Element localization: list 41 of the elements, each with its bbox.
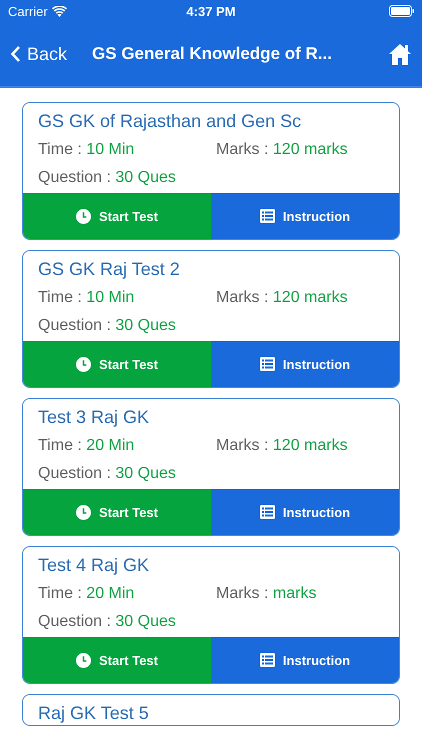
start-test-button[interactable]: Start Test bbox=[23, 637, 211, 683]
time-text: Time : 20 Min bbox=[38, 436, 136, 456]
back-button[interactable]: Back bbox=[10, 44, 68, 64]
clock-icon bbox=[76, 208, 91, 224]
start-test-button[interactable]: Start Test bbox=[23, 341, 211, 387]
battery-icon bbox=[388, 5, 414, 17]
question-text: Question : 30 Ques bbox=[38, 168, 177, 188]
question-text: Question : 30 Ques bbox=[38, 316, 177, 336]
test-title: GS GK Raj Test 2 bbox=[37, 258, 181, 281]
test-title: GS GK of Rajasthan and Gen Sc bbox=[37, 110, 302, 133]
time-text: Time : 10 Min bbox=[38, 140, 136, 160]
marks-text: Marks : 120 marks bbox=[216, 140, 349, 160]
instruction-button[interactable]: Instruction bbox=[211, 489, 399, 535]
test-title: Test 4 Raj GK bbox=[37, 554, 150, 577]
time-text: Time : 10 Min bbox=[38, 288, 136, 308]
time-text: Time : 20 Min bbox=[38, 584, 136, 604]
marks-text: Marks : 120 marks bbox=[216, 436, 349, 456]
list-icon bbox=[260, 653, 275, 667]
home-icon[interactable] bbox=[388, 42, 412, 66]
carrier-name: Carrier bbox=[8, 4, 48, 18]
list-icon bbox=[260, 209, 275, 223]
screen-title: GS General Knowledge of R... bbox=[92, 44, 333, 64]
marks-text: Marks : marks bbox=[216, 584, 318, 604]
wifi-icon bbox=[52, 6, 67, 16]
question-text: Question : 30 Ques bbox=[38, 612, 177, 632]
list-icon bbox=[260, 505, 275, 519]
list-icon bbox=[260, 357, 275, 371]
test-title: Test 3 Raj GK bbox=[37, 406, 150, 429]
chevron-left-icon bbox=[10, 45, 21, 63]
marks-text: Marks : 120 marks bbox=[216, 288, 349, 308]
clock-icon bbox=[76, 504, 91, 520]
start-test-button[interactable]: Start Test bbox=[23, 193, 211, 239]
instruction-button[interactable]: Instruction bbox=[211, 193, 399, 239]
start-test-button[interactable]: Start Test bbox=[23, 489, 211, 535]
instruction-button[interactable]: Instruction bbox=[211, 637, 399, 683]
question-text: Question : 30 Ques bbox=[38, 464, 177, 484]
clock-icon bbox=[76, 652, 91, 668]
test-title: Raj GK Test 5 bbox=[37, 702, 150, 725]
instruction-button[interactable]: Instruction bbox=[211, 341, 399, 387]
clock-time: 4:37 PM bbox=[186, 4, 236, 18]
clock-icon bbox=[76, 356, 91, 372]
